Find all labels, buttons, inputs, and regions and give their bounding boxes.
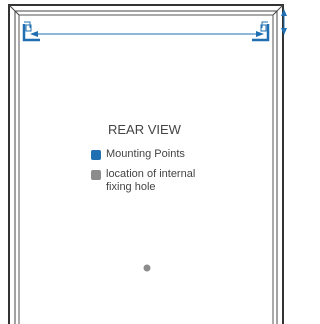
horizontal-dimension-arrow (30, 31, 264, 37)
diagram-title: REAR VIEW (108, 122, 181, 137)
rear-view-diagram (8, 4, 287, 324)
frame-corner-top-left (8, 4, 20, 16)
left-mounting-bracket (22, 21, 40, 42)
right-mounting-bracket (252, 21, 270, 42)
legend-label: Mounting Points (106, 148, 185, 160)
frame-outer-edge (8, 4, 284, 324)
vertical-dimension-arrow (281, 9, 287, 35)
legend-item-mounting-points: Mounting Points (91, 148, 216, 161)
grey-square-swatch-icon (91, 170, 101, 180)
internal-fixing-hole-marker (143, 264, 151, 272)
frame-corner-top-right (272, 4, 284, 16)
blue-square-swatch-icon (91, 150, 101, 160)
legend-label: location of internal fixing hole (106, 168, 196, 193)
legend-item-fixing-hole: location of internal fixing hole (91, 168, 216, 194)
